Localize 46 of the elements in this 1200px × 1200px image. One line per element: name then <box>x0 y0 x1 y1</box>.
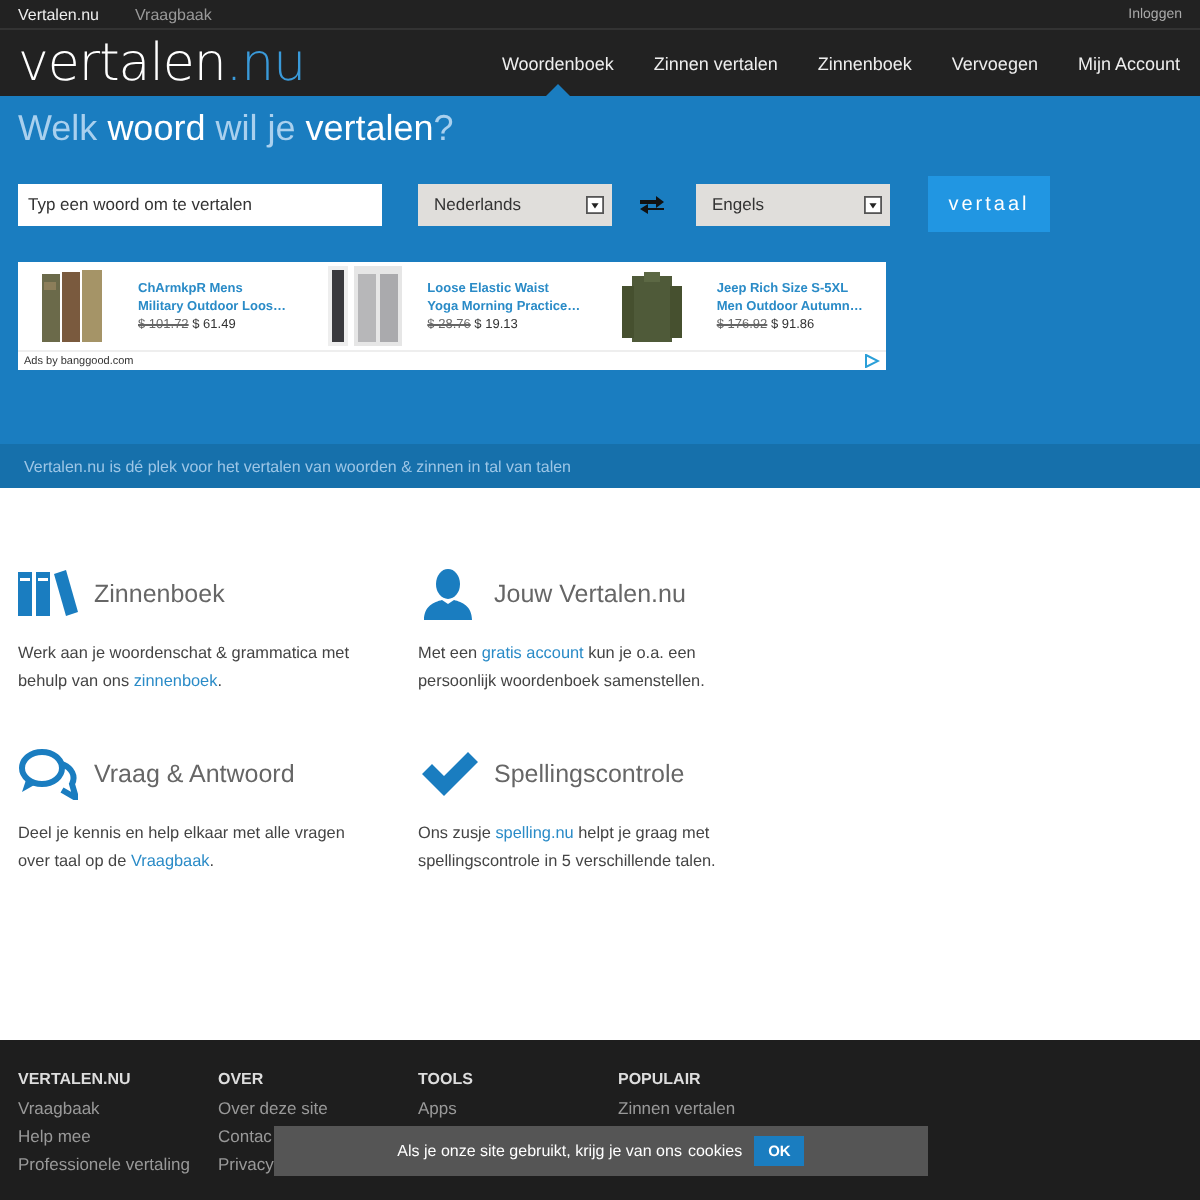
feature-link[interactable]: Vraagbaak <box>130 852 210 870</box>
feature-title: Spellingscontrole <box>494 760 685 788</box>
nav-item[interactable]: Zinnen vertalen <box>633 30 798 96</box>
swap-arrows-icon <box>640 194 664 214</box>
footer-link[interactable]: Apps <box>418 1094 457 1122</box>
search-field[interactable]: Typ een woord om te vertalen <box>18 183 382 225</box>
nav-item[interactable]: Zinnenboek <box>797 30 932 96</box>
nav-item[interactable]: Vervoegen <box>931 30 1058 96</box>
footer-link[interactable]: Help mee <box>18 1122 91 1150</box>
footer-heading: OVER <box>218 1070 266 1088</box>
feature-link[interactable]: gratis account <box>481 644 584 662</box>
footer-link[interactable]: Privacy <box>218 1150 274 1178</box>
books-icon <box>18 568 78 620</box>
footer-link[interactable]: Professionele vertaling <box>18 1150 190 1178</box>
language-select[interactable]: Nederlands <box>418 183 612 225</box>
ad-choices-icon <box>864 354 880 368</box>
footer-link[interactable]: Vraagbaak <box>18 1094 100 1122</box>
translate-button[interactable]: vertaal <box>928 176 1050 232</box>
top-link[interactable]: Vertalen.nu <box>18 5 99 23</box>
hero-heading: Welk woord wil je vertalen? <box>18 108 456 150</box>
cookie-text: Als je onze site gebruikt, krijg je van ons cookies <box>397 1142 743 1160</box>
checkmark-icon <box>418 748 478 800</box>
feature-title: Vraag & Antwoord <box>94 760 295 788</box>
footer-link[interactable]: Contac <box>218 1122 272 1150</box>
feature-text: Werk aan je woordenschat & grammatica met behulp van ons zinnenboek. <box>18 642 351 694</box>
feature-link[interactable]: zinnenboek <box>133 672 218 690</box>
feature-text: Met een gratis account kun je o.a. een persoonlijk woordenboek samenstellen. <box>418 642 707 694</box>
chat-icon <box>18 748 78 800</box>
nav-item[interactable]: Woordenboek <box>481 30 634 96</box>
footer-heading: TOOLS <box>418 1070 475 1088</box>
tagline: Vertalen.nu is dé plek voor het vertalen van woorden & zinnen in tal van talen <box>24 457 572 475</box>
person-icon <box>418 568 478 620</box>
feature-link[interactable]: spelling.nu <box>495 824 574 842</box>
language-select[interactable]: Engels <box>696 183 890 225</box>
cookie-link[interactable]: cookies <box>687 1142 743 1160</box>
logo[interactable]: vertalen.nu <box>18 33 306 93</box>
nav-item[interactable]: Mijn Account <box>1057 30 1200 96</box>
footer-heading: VERTALEN.NU <box>18 1070 133 1088</box>
feature-text: Deel je kennis en help elkaar met alle vragen over taal op de Vraagbaak. <box>18 822 347 874</box>
feature-title: Zinnenboek <box>94 580 225 608</box>
top-link[interactable]: Vraagbaak <box>134 5 212 23</box>
feature-text: Ons zusje spelling.nu helpt je graag met spellingscontrole in 5 verschillende talen. <box>418 822 718 874</box>
footer-link[interactable]: Zinnen vertalen <box>618 1094 736 1122</box>
footer-heading: POPULAIR <box>618 1070 703 1088</box>
feature-title: Jouw Vertalen.nu <box>494 580 686 608</box>
footer-link[interactable]: Over deze site <box>218 1094 328 1122</box>
